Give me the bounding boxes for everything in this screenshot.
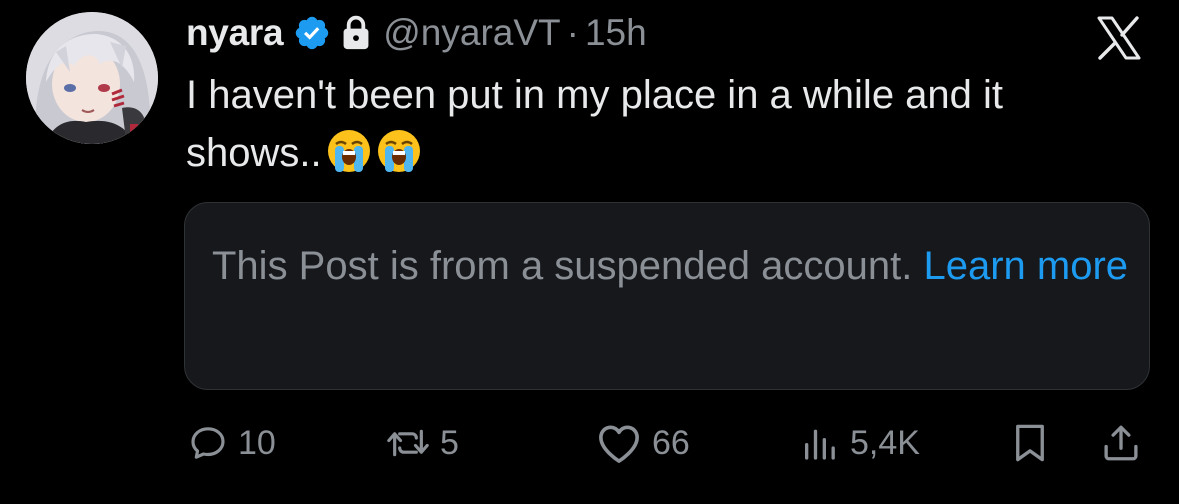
display-name[interactable]: nyara [186, 12, 284, 54]
reply-button[interactable]: 10 [188, 418, 276, 468]
like-icon [599, 425, 639, 463]
view-count: 5,4K [850, 423, 920, 462]
views-button[interactable]: 5,4K [800, 418, 920, 468]
x-logo-icon [1096, 16, 1142, 60]
views-icon [805, 429, 835, 460]
share-button[interactable] [1100, 418, 1142, 468]
suspended-message: This Post is from a suspended account. [212, 244, 924, 288]
like-count: 66 [652, 423, 690, 462]
repost-count: 5 [440, 423, 459, 462]
user-handle[interactable]: @nyaraVT [383, 12, 560, 54]
avatar-image [26, 12, 158, 144]
loudly-crying-face-icon [326, 128, 372, 174]
reply-icon [191, 427, 225, 459]
post-text: I haven't been put in my place in a whil… [186, 66, 1146, 182]
suspended-quote-card[interactable]: This Post is from a suspended account. L… [184, 202, 1150, 390]
action-bar: 10 5 66 5,4K [0, 418, 1179, 468]
post-text-content: I haven't been put in my place in a whil… [186, 73, 1004, 175]
repost-icon [387, 429, 429, 457]
verified-badge-icon [293, 14, 331, 52]
avatar[interactable] [26, 12, 158, 144]
learn-more-link[interactable]: Learn more [923, 244, 1128, 288]
like-button[interactable]: 66 [596, 418, 690, 468]
lock-icon [341, 14, 371, 52]
share-icon [1104, 425, 1138, 461]
repost-button[interactable]: 5 [386, 418, 459, 468]
post-header: nyara @nyaraVT · 15h [186, 8, 647, 58]
loudly-crying-face-icon [376, 128, 422, 174]
separator-dot: · [566, 12, 579, 53]
tweet: nyara @nyaraVT · 15h I haven't been put … [0, 0, 1179, 504]
bookmark-button[interactable] [1010, 418, 1050, 468]
reply-count: 10 [238, 423, 276, 462]
suspended-notice: This Post is from a suspended account. L… [212, 238, 1132, 294]
post-timestamp[interactable]: 15h [585, 12, 647, 54]
bookmark-icon [1016, 424, 1044, 462]
